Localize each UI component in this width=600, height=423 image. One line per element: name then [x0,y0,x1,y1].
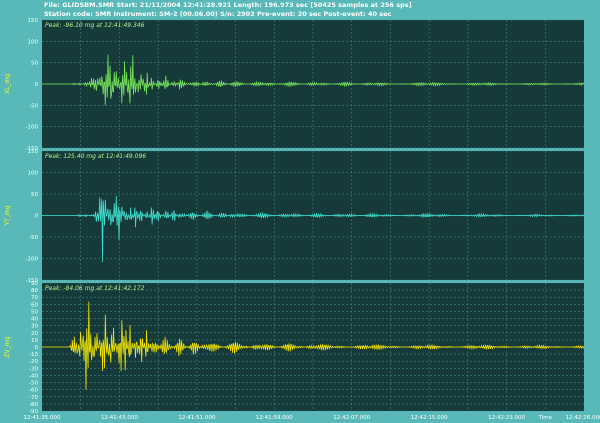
x-tick-label: 12:42:15.000 [411,415,448,421]
y-tick-label: 20 [31,331,38,337]
y-tick-label: 0 [35,214,39,220]
y-tick-label: 150 [28,18,39,24]
peak-annotation: Peak: -84.06 mg at 12:41:42.172 [45,285,145,292]
axis-label-XL_mg: XL_mg [4,74,11,94]
y-tick-label: 40 [31,317,38,323]
x-tick-label: 12:42:26.000 [566,415,600,421]
y-tick-label: 150 [28,149,39,155]
y-tick-label: -50 [29,381,38,387]
peak-annotation: Peak: 125.40 mg at 12:41:49.096 [45,153,146,160]
y-tick-label: 10 [31,338,38,344]
x-tick-label: 12:42:07.000 [333,415,370,421]
y-tick-label: 50 [31,309,38,315]
x-tick-label: 12:41:43.000 [101,415,138,421]
y-tick-label: -80 [29,402,38,408]
y-tick-label: 30 [31,324,38,330]
x-tick-label: 12:41:59.000 [256,415,293,421]
y-tick-label: 0 [35,82,39,88]
y-tick-label: 50 [31,61,38,67]
y-tick-label: 80 [31,288,38,294]
axis-label-YT_mg: YT_mg [4,205,11,226]
y-tick-label: 90 [31,281,38,287]
x-tick-label: 12:41:51.000 [178,415,215,421]
y-tick-label: -10 [29,352,38,358]
y-tick-label: -50 [29,103,38,109]
y-tick-label: 0 [35,345,39,351]
axis-label-ZV_mg: ZV_mg [4,336,11,357]
y-tick-label: 60 [31,302,38,308]
y-tick-label: -60 [29,388,38,394]
y-tick-label: -70 [29,395,38,401]
y-tick-label: -30 [29,366,38,372]
y-tick-label: -40 [29,373,38,379]
x-tick-label: 12:41:35.000 [24,415,61,421]
y-tick-label: 100 [28,171,39,177]
y-tick-label: 70 [31,295,38,301]
y-tick-label: -20 [29,359,38,365]
x-tick-label: 12:42:23.000 [488,415,525,421]
x-axis-title: Time [538,415,553,421]
y-tick-label: -100 [26,125,39,131]
y-tick-label: 100 [28,39,39,45]
peak-annotation: Peak: -96.10 mg at 12:41:49.346 [45,22,145,29]
y-tick-label: 50 [31,192,38,198]
y-tick-label: -50 [29,235,38,241]
seismograph-plot: 150100500-50-100-150XL_mgPeak: -96.10 mg… [4,18,600,421]
y-tick-label: -100 [26,257,39,263]
seismograph-window: File: GLIDSBM.SMR Start: 21/11/2004 12:4… [0,0,600,423]
